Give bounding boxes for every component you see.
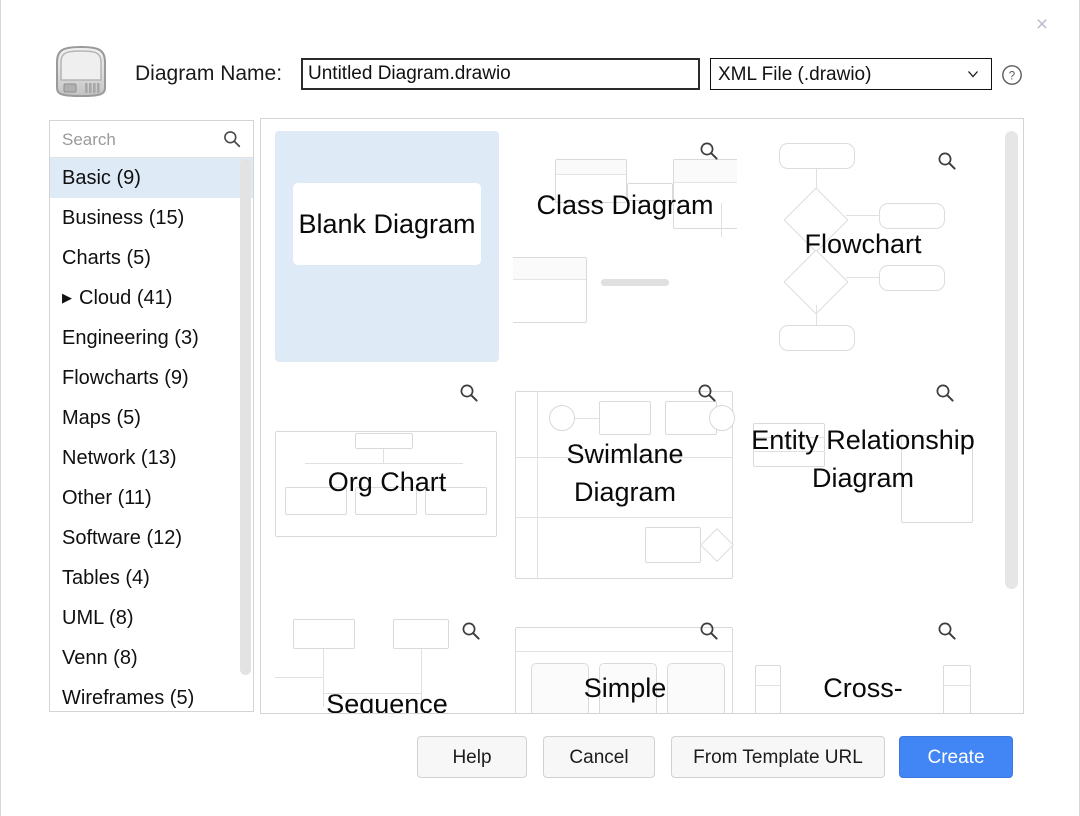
template-label: Org Chart bbox=[327, 467, 447, 497]
magnifier-icon[interactable] bbox=[935, 383, 955, 403]
file-type-select[interactable]: XML File (.drawio) bbox=[710, 58, 992, 90]
sidebar-item-label: Software (12) bbox=[62, 527, 183, 549]
cancel-button[interactable]: Cancel bbox=[543, 736, 655, 778]
template-label: Cross- bbox=[823, 673, 903, 703]
sidebar-item-other[interactable]: Other (11) bbox=[50, 478, 253, 518]
sidebar-item-flowcharts[interactable]: Flowcharts (9) bbox=[50, 358, 253, 398]
tile-body: Org Chart bbox=[275, 375, 499, 591]
template-scrollbar[interactable] bbox=[1005, 125, 1018, 705]
sidebar-item-label: Maps (5) bbox=[62, 407, 141, 429]
from-template-url-button[interactable]: From Template URL bbox=[671, 736, 885, 778]
help-button[interactable]: Help bbox=[417, 736, 527, 778]
template-label: Flowchart bbox=[804, 229, 922, 259]
sidebar-scrollbar[interactable] bbox=[240, 159, 251, 709]
category-list[interactable]: Basic (9) Business (15) Charts (5) ▶ Cloud (… bbox=[50, 158, 253, 711]
template-label: Entity Relationship Diagram bbox=[751, 425, 975, 493]
sidebar-item-cloud[interactable]: ▶ Cloud (41) bbox=[50, 278, 253, 318]
magnifier-icon[interactable] bbox=[937, 621, 957, 641]
sidebar-item-maps[interactable]: Maps (5) bbox=[50, 398, 253, 438]
category-sidebar: Basic (9) Business (15) Charts (5) ▶ Cloud (… bbox=[49, 120, 254, 712]
magnifier-icon[interactable] bbox=[461, 621, 481, 641]
tile-body: Swimlane Diagram bbox=[513, 375, 737, 591]
question-mark-circle-icon[interactable]: ? bbox=[1001, 64, 1023, 86]
magnifier-icon[interactable] bbox=[699, 621, 719, 641]
template-label: Class Diagram bbox=[536, 190, 714, 220]
sidebar-item-engineering[interactable]: Engineering (3) bbox=[50, 318, 253, 358]
sidebar-item-basic[interactable]: Basic (9) bbox=[50, 158, 253, 198]
magnifier-icon[interactable] bbox=[937, 151, 957, 171]
sidebar-item-network[interactable]: Network (13) bbox=[50, 438, 253, 478]
sidebar-item-label: Cloud (41) bbox=[79, 287, 173, 309]
magnifier-icon[interactable] bbox=[697, 383, 717, 403]
close-icon[interactable]: × bbox=[1029, 12, 1055, 38]
sidebar-item-business[interactable]: Business (15) bbox=[50, 198, 253, 238]
magnifier-icon[interactable] bbox=[459, 383, 479, 403]
sidebar-item-label: Tables (4) bbox=[62, 567, 150, 589]
template-tile-sequence[interactable]: Sequence bbox=[275, 607, 499, 714]
file-type-value: XML File (.drawio) bbox=[718, 64, 872, 85]
tile-body: Entity Relationship Diagram bbox=[751, 375, 975, 591]
sidebar-item-label: Charts (5) bbox=[62, 247, 151, 269]
chevron-right-icon[interactable]: ▶ bbox=[62, 278, 72, 318]
sidebar-item-label: Business (15) bbox=[62, 207, 185, 229]
template-label: Blank Diagram bbox=[293, 183, 481, 265]
sidebar-scrollbar-thumb[interactable] bbox=[240, 159, 251, 675]
sidebar-item-label: Basic (9) bbox=[62, 167, 141, 189]
template-label: Swimlane Diagram bbox=[566, 439, 684, 507]
template-tile-flowchart[interactable]: Flowchart bbox=[751, 131, 975, 362]
template-grid: Blank Diagram Class Diagram Flowchart Or… bbox=[260, 118, 1024, 714]
search-icon[interactable] bbox=[223, 130, 241, 148]
magnifier-icon[interactable] bbox=[699, 141, 719, 161]
disk-drive-icon bbox=[49, 44, 113, 100]
svg-text:?: ? bbox=[1009, 70, 1015, 82]
chevron-down-icon bbox=[967, 67, 979, 79]
dialog-header: Diagram Name: XML File (.drawio) ? bbox=[1, 38, 1080, 106]
template-tile-org-chart[interactable]: Org Chart bbox=[275, 375, 499, 591]
tile-body: Class Diagram bbox=[513, 131, 737, 362]
diagram-name-input[interactable] bbox=[301, 58, 700, 90]
template-tile-class-diagram[interactable]: Class Diagram bbox=[513, 131, 737, 362]
tile-body: Blank Diagram bbox=[275, 131, 499, 362]
sidebar-item-label: Network (13) bbox=[62, 447, 177, 469]
sidebar-item-label: UML (8) bbox=[62, 607, 134, 629]
template-tile-blank-diagram[interactable]: Blank Diagram bbox=[275, 131, 499, 362]
sidebar-item-charts[interactable]: Charts (5) bbox=[50, 238, 253, 278]
sidebar-item-label: Engineering (3) bbox=[62, 327, 199, 349]
search-row bbox=[50, 121, 253, 158]
template-label: Simple bbox=[583, 673, 667, 703]
sidebar-item-label: Wireframes (5) bbox=[62, 687, 195, 709]
new-diagram-dialog: × Diagram Name: Untitled Diagram.drawio … bbox=[0, 0, 1080, 816]
template-tile-swimlane-diagram[interactable]: Swimlane Diagram bbox=[513, 375, 737, 591]
template-tile-cross[interactable]: Cross- bbox=[751, 607, 975, 713]
sidebar-item-wireframes[interactable]: Wireframes (5) bbox=[50, 678, 253, 711]
sidebar-item-label: Other (11) bbox=[62, 487, 152, 509]
create-button[interactable]: Create bbox=[899, 736, 1013, 778]
template-scrollbar-thumb[interactable] bbox=[1005, 131, 1018, 589]
sidebar-item-label: Flowcharts (9) bbox=[62, 367, 189, 389]
diagram-name-label: Diagram Name: bbox=[135, 62, 283, 85]
dialog-footer: Help Cancel From Template URL Create bbox=[1, 732, 1080, 790]
sidebar-item-venn[interactable]: Venn (8) bbox=[50, 638, 253, 678]
search-input[interactable] bbox=[60, 129, 220, 151]
sidebar-item-label: Venn (8) bbox=[62, 647, 138, 669]
template-label: Sequence bbox=[326, 689, 448, 714]
template-tile-entity-relationship-diagram[interactable]: Entity Relationship Diagram bbox=[751, 375, 975, 591]
sidebar-item-tables[interactable]: Tables (4) bbox=[50, 558, 253, 598]
sidebar-item-software[interactable]: Software (12) bbox=[50, 518, 253, 558]
template-tile-simple[interactable]: Simple bbox=[513, 607, 737, 713]
sidebar-item-uml[interactable]: UML (8) bbox=[50, 598, 253, 638]
